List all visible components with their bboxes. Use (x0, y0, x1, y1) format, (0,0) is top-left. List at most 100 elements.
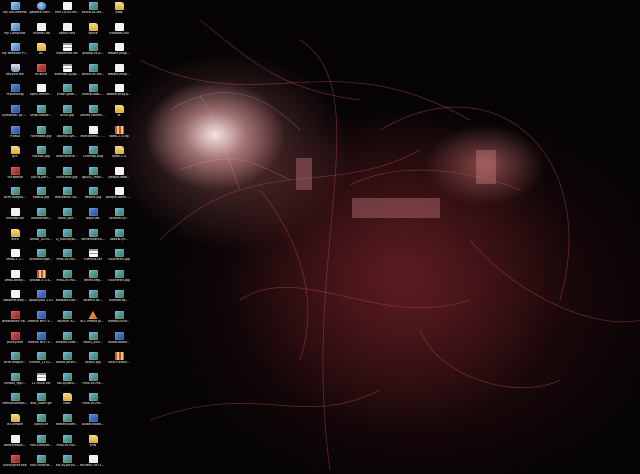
desktop-icon[interactable]: sumtrans.jpg (54, 166, 80, 188)
desktop-icon[interactable]: Zeneo Halfelver de... (80, 104, 106, 126)
desktop-icon[interactable]: nbl-pyosnc... (54, 372, 80, 394)
desktop-icon[interactable]: Thumbs.db (28, 22, 54, 44)
desktop-icon[interactable]: non-cdnsrat... (28, 434, 54, 456)
desktop-icon[interactable]: Report.jpg (80, 186, 106, 208)
desktop-icon[interactable]: Velox-1.1... (2, 248, 28, 270)
desktop-icon[interactable]: My Network Places (2, 42, 28, 64)
desktop-icon[interactable]: sol-vs-phylu... (54, 454, 80, 474)
desktop-icon[interactable]: Q_nokilayss... (54, 228, 80, 250)
desktop-icon[interactable]: Facebook.jpg (28, 125, 54, 147)
desktop-icon[interactable]: Traldowned... (28, 207, 54, 229)
desktop-icon[interactable]: juskyo.tif (28, 413, 54, 435)
desktop-icon[interactable]: WUMBS Se Developer.doc (80, 454, 106, 474)
desktop-icon[interactable]: Breakdown flair form... (2, 310, 28, 332)
desktop-icon[interactable]: courtere4.jpg (106, 269, 132, 291)
desktop-icon[interactable]: blog (106, 1, 132, 23)
desktop-icon[interactable]: ruentus.txt (80, 248, 106, 270)
desktop-icon[interactable]: audacitaddl... (106, 331, 132, 353)
desktop-icon[interactable]: gcc (2, 145, 28, 167)
desktop-icon[interactable]: Intellix NPO Version C... (28, 310, 54, 332)
desktop-icon[interactable]: alterstudio-... (80, 83, 106, 105)
desktop-icon[interactable]: open-reenm... (28, 83, 54, 105)
desktop-icon[interactable]: Recycle Bin (2, 63, 28, 85)
desktop-icon[interactable]: My Documents (2, 1, 28, 23)
desktop-icon[interactable]: scaldechuge... (28, 248, 54, 270)
desktop-icon[interactable]: tenada-vcee... (54, 331, 80, 353)
desktop-icon[interactable]: VLC media player (80, 310, 106, 332)
desktop-icon[interactable]: d3-simple (2, 413, 28, 435)
desktop-icon[interactable]: gazette.com... (28, 1, 54, 23)
desktop-icon[interactable]: mno-vc-mli... (54, 248, 80, 270)
desktop-icon[interactable]: euro (2, 228, 28, 250)
desktop-icon[interactable]: courtere4.jpg (106, 248, 132, 270)
desktop-icon[interactable]: Kocttch Xi... (54, 310, 80, 332)
desktop-icon[interactable]: tamenivantu... (80, 228, 106, 250)
desktop-icon[interactable]: pnpt4.jpg (80, 351, 106, 373)
desktop-icon[interactable]: Intellix NPO Version C... (28, 331, 54, 353)
desktop[interactable]: My Documents My Computer My Network Places… (0, 0, 640, 474)
desktop-icon[interactable]: MeshAndImps... (2, 392, 28, 414)
desktop-icon[interactable]: obamakelie... (54, 145, 80, 167)
desktop-icon[interactable]: kindall_figu... (2, 372, 28, 394)
desktop-icon[interactable]: mno-vc-mli... (80, 372, 106, 394)
desktop-icon[interactable]: llaac (54, 392, 80, 414)
desktop-icon[interactable]: stats-1.5 (106, 145, 132, 167)
desktop-icon[interactable]: ubuntu-sys... (54, 125, 80, 147)
desktop-icon[interactable]: bcm-diagno... (2, 186, 28, 208)
desktop-icon[interactable]: Apophysis 2.02 (28, 289, 54, 311)
desktop-icon[interactable]: mno-vc-mli... (54, 269, 80, 291)
desktop-icon[interactable]: kosbate-libe... (54, 289, 80, 311)
desktop-icon[interactable]: chain-grbe... (54, 83, 80, 105)
desktop-icon[interactable]: sms (80, 434, 106, 456)
desktop-icon[interactable]: sitemap-p2ps... (54, 63, 80, 85)
desktop-icon[interactable]: Velox-analy... (2, 269, 28, 291)
desktop-icon[interactable]: Rotteroutier... (54, 413, 80, 435)
desktop-icon[interactable]: Mabile-plugi... (106, 63, 132, 85)
desktop-icon[interactable]: cocktai.jpg (28, 145, 54, 167)
desktop-icon[interactable]: nprocr.dst (54, 22, 80, 44)
desktop-icon[interactable]: Telecommu... Policy Stat... (80, 125, 106, 147)
desktop-icon[interactable]: pulley.exe (2, 331, 28, 353)
desktop-icon[interactable]: Mabile-plugi... (106, 42, 132, 64)
desktop-icon[interactable]: beloit-vs-lev... (80, 63, 106, 85)
desktop-icon[interactable]: gNoop-vs-p... (80, 42, 106, 64)
desktop-icon[interactable]: non-cdnsrat... (28, 454, 54, 474)
desktop-icon[interactable]: photo_4234... (28, 228, 54, 250)
desktop-icon[interactable]: macksnan-co... (54, 186, 80, 208)
desktop-icon[interactable]: Clifknap.png (80, 145, 106, 167)
desktop-icon[interactable]: mno-vc-mli... (80, 392, 106, 414)
desktop-icon[interactable]: WeatherDisp... (2, 289, 28, 311)
desktop-icon[interactable]: beloit-vs-lev... (80, 1, 106, 23)
desktop-icon[interactable]: curvee_1232... (28, 351, 54, 373)
desktop-icon[interactable]: Mabile-plug.p... (106, 83, 132, 105)
desktop-icon[interactable]: gpu02_mon... (80, 166, 106, 188)
desktop-icon[interactable]: pnpBB-3.1.4... (28, 269, 54, 291)
desktop-icon[interactable]: Symantec pcAnywhere (2, 104, 28, 126)
desktop-icon[interactable]: mno-vc-mli... (54, 434, 80, 456)
desktop-icon[interactable]: dcsd.jpg (54, 104, 80, 126)
desktop-icon[interactable]: stats-1.5.zip (106, 125, 132, 147)
desktop-icon[interactable]: scnavw-lyr... (106, 207, 132, 229)
desktop-icon[interactable]: pyrus-peri... (28, 166, 54, 188)
desktop-icon[interactable]: people-doml... ore.1.4.1 (106, 186, 132, 208)
desktop-icon[interactable]: YOrNBase (2, 166, 28, 188)
desktop-icon[interactable]: HIM CATEGRY... (54, 1, 80, 23)
desktop-icon[interactable]: Picasa (2, 125, 28, 147)
desktop-icon[interactable]: Processing (2, 83, 28, 105)
desktop-icon[interactable]: vitodeos.csv (106, 22, 132, 44)
desktop-icon[interactable]: pulleyjoint.exe (2, 454, 28, 474)
desktop-icon[interactable]: Audacitiadd... (80, 413, 106, 435)
desktop-icon[interactable]: sbavw-lyr... (106, 228, 132, 250)
desktop-icon[interactable]: Untitled.cpl (2, 207, 28, 229)
desktop-icon[interactable]: people-dow... (106, 166, 132, 188)
desktop-icon[interactable]: malo_spe... (54, 207, 80, 229)
desktop-icon[interactable]: rvtebe200fx... (106, 310, 132, 332)
desktop-icon[interactable]: MAIN_uitd... (80, 331, 106, 353)
desktop-icon[interactable]: sidous.jpg (28, 186, 54, 208)
desktop-icon[interactable]: AE (28, 42, 54, 64)
desktop-icon[interactable]: bcm-diagno... (2, 351, 28, 373)
desktop-icon[interactable]: bookcrossin... (2, 434, 28, 456)
desktop-icon[interactable]: ovetoltrap... (106, 289, 132, 311)
desktop-icon[interactable]: RGWEB (28, 63, 54, 85)
desktop-icon[interactable]: TeamSheg... (80, 269, 106, 291)
